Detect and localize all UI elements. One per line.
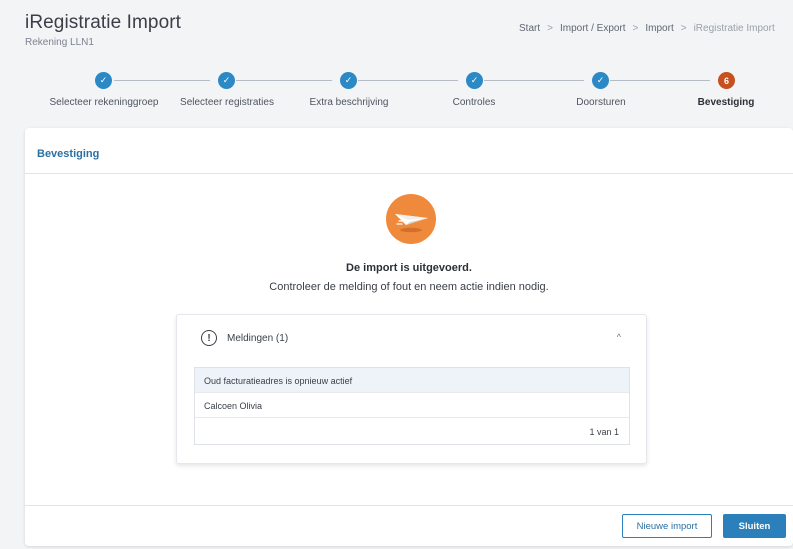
- breadcrumb-import-export[interactable]: Import / Export: [560, 23, 626, 34]
- exclamation-circle-icon: !: [201, 330, 217, 346]
- breadcrumb-separator: >: [632, 23, 639, 34]
- messages-table: Oud facturatieadres is opnieuw actief Ca…: [194, 367, 630, 445]
- chevron-up-icon[interactable]: ^: [617, 332, 621, 342]
- step-4-check-icon: ✓: [466, 72, 483, 89]
- breadcrumb-import[interactable]: Import: [645, 23, 673, 34]
- new-import-button[interactable]: Nieuwe import: [622, 514, 712, 538]
- step-label-registraties: Selecteer registraties: [180, 97, 274, 108]
- step-2-check-icon: ✓: [218, 72, 235, 89]
- messages-panel-header[interactable]: ! Meldingen (1): [201, 330, 288, 346]
- page-subtitle: Rekening LLN1: [25, 37, 94, 48]
- step-connector: [484, 80, 584, 81]
- step-label-extra-beschrijving: Extra beschrijving: [309, 97, 389, 108]
- step-label-doorsturen: Doorsturen: [576, 97, 626, 108]
- step-connector: [358, 80, 458, 81]
- breadcrumb-start[interactable]: Start: [519, 23, 540, 34]
- done-text: Controleer de melding of fout en neem ac…: [269, 281, 549, 293]
- stepper: ✓ ✓ ✓ ✓ ✓ 6 Selecteer rekeninggroep Sele…: [0, 72, 793, 112]
- breadcrumb-separator: >: [680, 23, 687, 34]
- messages-title: Meldingen (1): [227, 332, 289, 344]
- done-title: De import is uitgevoerd.: [346, 262, 472, 274]
- card-title: Bevestiging: [25, 128, 793, 174]
- card-footer: Nieuwe import Sluiten: [25, 505, 793, 546]
- step-connector: [610, 80, 710, 81]
- messages-panel: ! Meldingen (1) ^ Oud facturatieadres is…: [176, 314, 647, 464]
- table-pagination: 1 van 1: [589, 427, 619, 437]
- table-row: Oud facturatieadres is opnieuw actief: [195, 368, 629, 393]
- step-connector: [236, 80, 332, 81]
- step-5-check-icon: ✓: [592, 72, 609, 89]
- step-connector: [114, 80, 210, 81]
- step-6-number: 6: [718, 72, 735, 89]
- paper-plane-svg: [395, 214, 428, 233]
- table-row: Calcoen Olivia: [195, 393, 629, 418]
- confirmation-card: Bevestiging De import is uitgevoerd. Con…: [25, 128, 793, 546]
- breadcrumb-current: iRegistratie Import: [693, 23, 775, 34]
- close-button[interactable]: Sluiten: [723, 514, 786, 538]
- breadcrumb: Start > Import / Export > Import > iRegistrati…: [519, 23, 793, 34]
- step-label-controles: Controles: [452, 97, 496, 108]
- page-title: iRegistratie Import: [25, 12, 182, 33]
- paper-plane-icon: [386, 194, 436, 244]
- breadcrumb-separator: >: [547, 23, 553, 34]
- page-header: iRegistratie Import Rekening LLN1: [25, 12, 181, 48]
- step-label-rekeninggroep: Selecteer rekeninggroep: [49, 97, 159, 108]
- step-1-check-icon: ✓: [95, 72, 112, 89]
- step-3-check-icon: ✓: [340, 72, 357, 89]
- step-label-bevestiging: Bevestiging: [697, 97, 755, 108]
